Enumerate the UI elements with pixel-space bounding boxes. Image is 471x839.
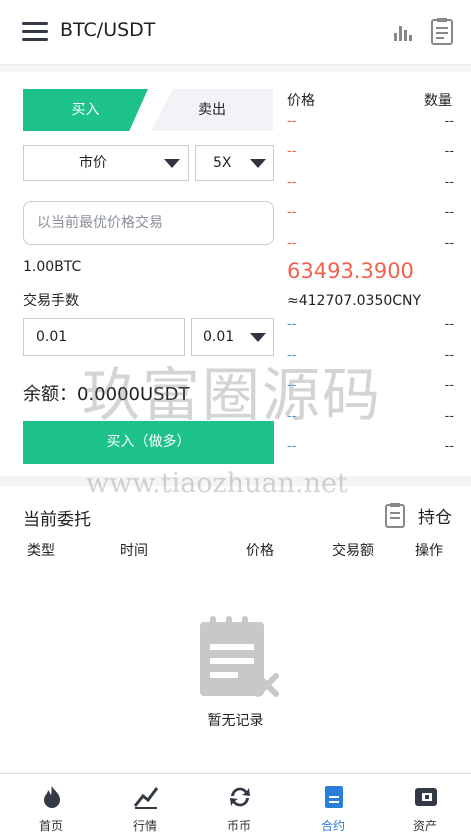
trade-panel: 买入 卖出 市价 5X 以当前最优价格交易 1.00BTC 交易手数 0.01 … [0, 72, 471, 476]
ask-row: -- -- [287, 205, 454, 220]
qty-header: 数量 [424, 93, 452, 109]
lots-label: 交易手数 [23, 293, 79, 309]
ask-row: -- -- [287, 175, 454, 190]
tab-buy[interactable]: 买入 [23, 89, 148, 131]
current-orders-panel: 当前委托 持仓 类型 时间 价格 交易额 操作 暂无记录 [0, 486, 471, 772]
ask-row: -- -- [287, 236, 454, 251]
quantity-select-value: 0.01 [203, 329, 235, 345]
leverage-value: 5X [213, 155, 232, 171]
menu-icon[interactable] [22, 22, 48, 42]
page-title: BTC/USDT [60, 19, 156, 41]
bid-row: -- -- [287, 439, 454, 454]
flame-icon [44, 786, 60, 808]
tab-label: 资产 [412, 819, 437, 833]
order-type-select[interactable]: 市价 [23, 145, 189, 181]
tab-sell[interactable]: 卖出 [151, 89, 273, 131]
tab-spot[interactable]: 币币 [192, 774, 286, 839]
column-header: 类型 [27, 543, 55, 559]
column-header: 操作 [415, 543, 443, 559]
tab-label: 币币 [226, 819, 251, 833]
ask-row: -- -- [287, 114, 454, 129]
bar-chart-icon[interactable] [393, 20, 415, 42]
chevron-down-icon [250, 333, 266, 342]
clipboard-icon[interactable] [384, 502, 406, 528]
clipboard-icon[interactable] [430, 17, 454, 45]
price-input[interactable]: 以当前最优价格交易 [23, 201, 274, 245]
bid-row: -- -- [287, 409, 454, 424]
quantity-select[interactable]: 0.01 [191, 318, 274, 356]
quantity-input[interactable]: 0.01 [23, 318, 185, 356]
tab-label: 合约 [320, 819, 345, 833]
empty-text: 暂无记录 [207, 713, 264, 729]
market-icon [133, 787, 159, 809]
last-price: 63493.3900 [287, 259, 414, 283]
bid-row: -- -- [287, 348, 454, 363]
tab-label: 行情 [132, 819, 157, 833]
column-header: 价格 [246, 543, 274, 559]
top-bar: BTC/USDT [0, 0, 471, 65]
tab-assets[interactable]: 资产 [378, 774, 471, 839]
contract-icon [325, 786, 343, 808]
column-header: 交易额 [332, 543, 374, 559]
tab-home[interactable]: 首页 [4, 774, 98, 839]
balance-text: 余额：0.0000USDT [23, 384, 190, 405]
chevron-down-icon [164, 159, 180, 168]
buy-long-button[interactable]: 买入（做多） [23, 421, 274, 464]
bid-row: -- -- [287, 317, 454, 332]
price-header: 价格 [287, 93, 315, 109]
wallet-icon [415, 788, 437, 806]
order-type-value: 市价 [79, 155, 107, 171]
empty-records-icon [200, 616, 279, 697]
exchange-icon [230, 787, 250, 807]
leverage-select[interactable]: 5X [195, 145, 274, 181]
amount-text: 1.00BTC [23, 259, 82, 275]
ask-row: -- -- [287, 144, 454, 159]
orders-title: 当前委托 [23, 510, 91, 530]
buy-sell-tabs: 买入 卖出 [23, 89, 273, 131]
chevron-down-icon [250, 159, 266, 168]
tab-label: 首页 [38, 819, 63, 833]
tab-market[interactable]: 行情 [98, 774, 192, 839]
tab-contract[interactable]: 合约 [286, 774, 380, 839]
bid-row: -- -- [287, 378, 454, 393]
positions-link[interactable]: 持仓 [418, 503, 452, 528]
bottom-tab-bar: 首页 行情 币币 合约 资产 [0, 773, 471, 839]
column-header: 时间 [120, 543, 148, 559]
cny-price: ≈412707.0350CNY [287, 293, 422, 309]
